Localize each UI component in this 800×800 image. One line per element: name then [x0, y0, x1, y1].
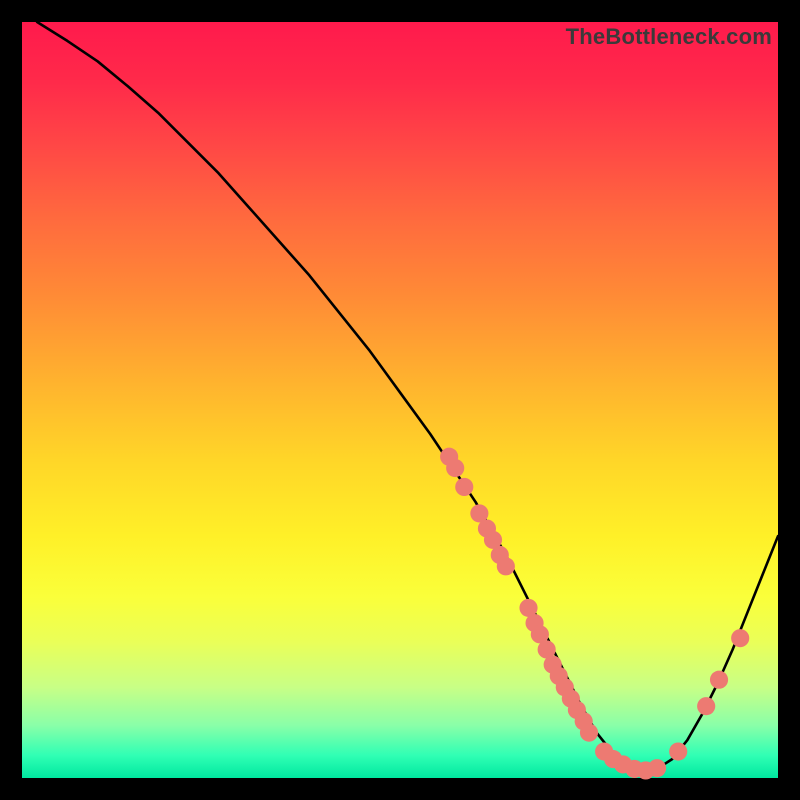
data-points-group: [440, 448, 749, 780]
data-point: [455, 478, 473, 496]
data-point: [697, 697, 715, 715]
data-point: [497, 557, 515, 575]
data-point: [648, 759, 666, 777]
bottleneck-curve: [37, 22, 778, 770]
data-point: [710, 671, 728, 689]
data-point: [731, 629, 749, 647]
chart-svg: [22, 22, 778, 778]
chart-frame: TheBottleneck.com: [22, 22, 778, 778]
data-point: [580, 724, 598, 742]
data-point: [669, 742, 687, 760]
data-point: [446, 459, 464, 477]
